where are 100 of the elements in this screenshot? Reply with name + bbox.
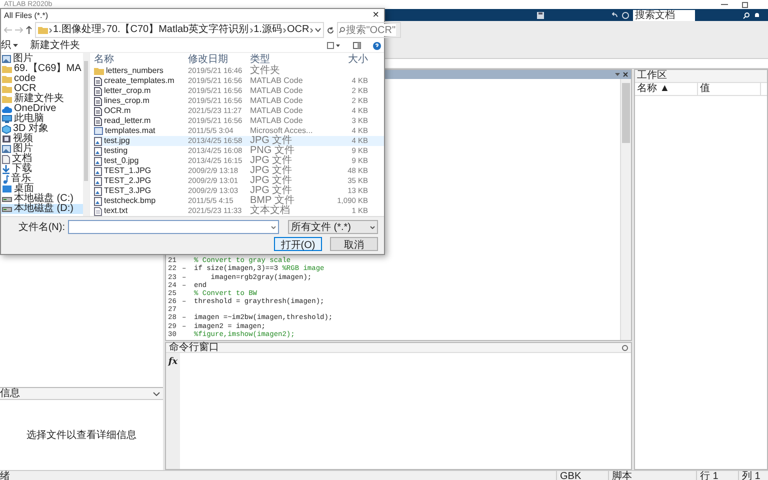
preview-pane-icon[interactable]	[353, 42, 361, 49]
close-button[interactable]: ×	[370, 9, 381, 21]
folder-icon	[94, 67, 104, 75]
navigation-item[interactable]: 69.【C69】MA	[1, 64, 83, 74]
picture-icon	[2, 145, 11, 153]
file-type: JPG 文件	[250, 156, 294, 166]
new-folder-button[interactable]: 新建文件夹	[30, 40, 80, 52]
caret-icon[interactable]	[271, 226, 276, 228]
caret-icon[interactable]	[315, 28, 322, 32]
navigation-item[interactable]: 下载	[1, 164, 83, 174]
workspace-title: 工作区	[635, 70, 767, 83]
file-type: MATLAB Code	[250, 96, 304, 106]
open-button[interactable]: 打开(O)	[274, 237, 322, 251]
picture-icon	[2, 55, 11, 63]
file-type: PNG 文件	[250, 146, 296, 156]
navigation-item[interactable]: 桌面	[1, 184, 83, 194]
column-header[interactable]: 修改日期	[188, 54, 250, 66]
dialog-title: All Files (*.*)	[4, 10, 48, 20]
organize-menu[interactable]: 织	[1, 40, 18, 52]
function-prompt[interactable]: fx	[168, 357, 178, 367]
breadcrumb-item[interactable]: 70.【C70】Matlab英文字符识别	[106, 24, 249, 36]
search-field[interactable]: 搜索"OCR"	[337, 22, 402, 38]
file-type: BMP 文件	[250, 196, 296, 206]
caret-icon[interactable]	[615, 73, 620, 76]
refresh-icon[interactable]	[327, 26, 334, 34]
chevron-icon[interactable]	[250, 28, 253, 32]
bell-icon[interactable]	[754, 12, 760, 18]
breadcrumb-item[interactable]: 1.源码	[254, 24, 282, 36]
navigation-item[interactable]: 视频	[1, 134, 83, 144]
encoding-status: GBK	[556, 471, 608, 480]
file-name: OCR.m	[104, 106, 131, 116]
caret-icon	[370, 226, 375, 228]
cancel-button[interactable]: 取消	[330, 237, 378, 251]
cloud-icon	[2, 106, 12, 112]
navigation-item[interactable]: 文档	[1, 154, 83, 164]
file-type: MATLAB Code	[250, 76, 304, 86]
line-status: 行 1	[696, 471, 738, 480]
file-type: JPG 文件	[250, 176, 294, 186]
details-title: 信息	[0, 388, 20, 399]
close-icon[interactable]	[623, 72, 628, 77]
column-header[interactable]: 名称	[94, 54, 188, 66]
drive-icon	[2, 206, 12, 212]
caret-icon[interactable]	[153, 392, 160, 396]
music-note-icon	[2, 174, 9, 184]
navigation-item[interactable]: 此电脑	[1, 114, 83, 124]
file-name: templates.mat	[105, 126, 156, 136]
column-header[interactable]: 大小	[332, 54, 368, 66]
column-header[interactable]: 名称 ▲	[635, 83, 698, 95]
file-name: lines_crop.m	[104, 96, 150, 106]
file-type: Microsoft Acces...	[250, 126, 314, 135]
navigation-item[interactable]: OCR	[1, 84, 83, 94]
breadcrumb-item[interactable]: 1.图像处理	[53, 24, 102, 36]
navigation-item[interactable]: OneDrive	[1, 104, 83, 114]
drive-icon	[2, 196, 12, 202]
file-type: JPG 文件	[250, 136, 292, 146]
file-type-dropdown[interactable]: 所有文件 (*.*)	[288, 220, 378, 234]
status-text: 绪	[0, 471, 10, 480]
scrollbar[interactable]	[620, 79, 631, 340]
details-message: 选择文件以查看详细信息	[26, 428, 136, 442]
file-type: MATLAB Code	[250, 116, 304, 126]
column-header[interactable]: 类型	[250, 54, 332, 66]
file-type: JPG 文件	[250, 186, 292, 196]
film-icon	[2, 135, 11, 143]
chevron-icon[interactable]	[282, 28, 286, 32]
breadcrumb-item[interactable]: OCR	[286, 24, 310, 36]
file-type: 文件夹	[250, 66, 281, 76]
navigation-item[interactable]: 本地磁盘 (D:)	[1, 204, 83, 214]
scrollbar[interactable]	[83, 53, 89, 216]
file-type: JPG 文件	[250, 166, 294, 176]
view-options-icon[interactable]	[327, 42, 341, 49]
data-file-icon	[94, 127, 103, 135]
file-name: letter_crop.m	[104, 86, 151, 96]
filename-field[interactable]	[68, 220, 279, 234]
up-arrow-icon[interactable]	[26, 26, 32, 34]
chevron-icon[interactable]	[310, 28, 314, 32]
file-name: read_letter.m	[104, 116, 151, 126]
undo-icon[interactable]	[612, 12, 618, 18]
file-name: text.txt	[104, 206, 128, 216]
navigation-item[interactable]: 新建文件夹	[1, 94, 83, 104]
file-name: TEST_3.JPG	[104, 186, 152, 196]
navigation-item[interactable]: 音乐	[1, 174, 83, 184]
maximize-icon[interactable]	[742, 2, 748, 8]
chevron-icon[interactable]	[49, 28, 52, 32]
navigation-item[interactable]: 图片	[1, 54, 83, 64]
text-file-icon	[94, 206, 102, 216]
navigation-item[interactable]: 本地磁盘 (C:)	[1, 194, 83, 204]
file-type: MATLAB Code	[250, 86, 304, 96]
navigation-item[interactable]: 图片	[1, 144, 83, 154]
computer-icon	[2, 115, 12, 123]
chevron-icon[interactable]	[102, 28, 106, 32]
save-icon[interactable]	[537, 12, 544, 18]
file-name: testcheck.bmp	[104, 196, 156, 206]
minimize-icon[interactable]	[721, 3, 728, 6]
search-icon[interactable]	[743, 12, 750, 18]
command-window-title: 命令行窗口	[169, 343, 219, 352]
address-field[interactable]: 1.图像处理 70.【C70】Matlab英文字符识别 1.源码 OCR	[35, 22, 324, 38]
column-header[interactable]: 值	[698, 83, 761, 95]
search-documentation-field[interactable]: 搜索文档	[633, 10, 695, 20]
navigation-item[interactable]: code	[1, 74, 83, 84]
navigation-item[interactable]: 3D 对象	[1, 124, 83, 134]
